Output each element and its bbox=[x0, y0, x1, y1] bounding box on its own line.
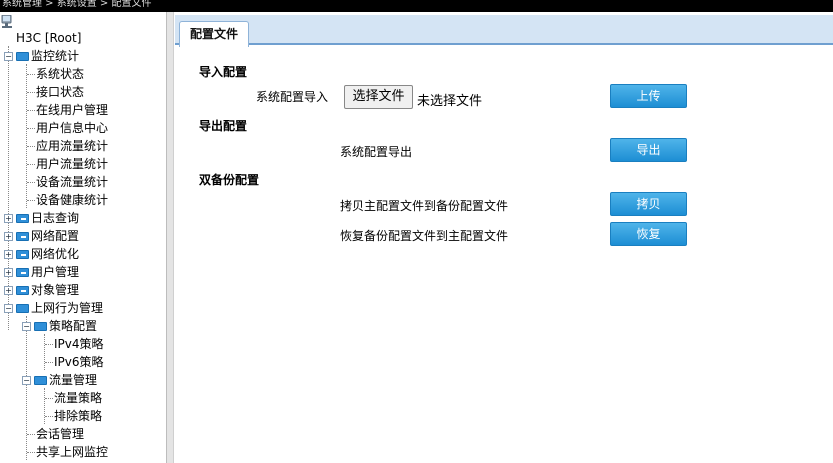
folder-closed-icon bbox=[16, 250, 29, 259]
expand-icon[interactable]: + bbox=[4, 286, 13, 295]
tree-item-online-users[interactable]: 在线用户管理 bbox=[36, 101, 108, 119]
tab-bar: 配置文件 bbox=[175, 15, 833, 47]
export-button[interactable]: 导出 bbox=[610, 138, 687, 162]
expand-icon[interactable]: + bbox=[4, 232, 13, 241]
dual-backup-section-title: 双备份配置 bbox=[199, 173, 260, 187]
tree-item-network-optimization[interactable]: 网络优化 bbox=[16, 245, 79, 263]
folder-open-icon bbox=[34, 376, 47, 385]
folder-closed-icon bbox=[16, 286, 29, 295]
tree-item-traffic-management[interactable]: 流量管理 bbox=[34, 371, 97, 389]
tab-config-file[interactable]: 配置文件 bbox=[179, 21, 249, 47]
tree-item-traffic-policy[interactable]: 流量策略 bbox=[54, 389, 102, 407]
tree-item-ipv4-policy[interactable]: IPv4策略 bbox=[54, 335, 104, 353]
restore-button[interactable]: 恢复 bbox=[610, 222, 687, 246]
tree-item-log-query[interactable]: 日志查询 bbox=[16, 209, 79, 227]
copy-row-label: 拷贝主配置文件到备份配置文件 bbox=[340, 199, 509, 213]
choose-file-button[interactable]: 选择文件 bbox=[344, 85, 413, 109]
copy-button[interactable]: 拷贝 bbox=[610, 192, 687, 216]
tree-item-ipv6-policy[interactable]: IPv6策略 bbox=[54, 353, 104, 371]
folder-open-icon bbox=[34, 322, 47, 331]
tree-item-policy-config[interactable]: 策略配置 bbox=[34, 317, 97, 335]
tree-item-internet-behavior[interactable]: 上网行为管理 bbox=[16, 299, 103, 317]
tree-item-session-management[interactable]: 会话管理 bbox=[36, 425, 84, 443]
collapse-icon[interactable]: − bbox=[4, 304, 13, 313]
tree-item-exclude-policy[interactable]: 排除策略 bbox=[54, 407, 102, 425]
expand-icon[interactable]: + bbox=[4, 250, 13, 259]
tree-item-monitor[interactable]: 监控统计 bbox=[16, 47, 79, 65]
panel-splitter[interactable] bbox=[166, 12, 174, 463]
tree-item-interface-status[interactable]: 接口状态 bbox=[36, 83, 84, 101]
tree-guide bbox=[44, 388, 45, 424]
device-root-icon bbox=[1, 15, 12, 28]
tree-item-network-config[interactable]: 网络配置 bbox=[16, 227, 79, 245]
collapse-icon[interactable]: − bbox=[4, 52, 13, 61]
tree-guide bbox=[26, 316, 27, 460]
restore-row-label: 恢复备份配置文件到主配置文件 bbox=[340, 229, 509, 243]
navigation-tree: H3C [Root] − 监控统计 系统状态 接口状态 在线用户管理 用户信息中… bbox=[0, 12, 166, 463]
tree-item-shared-monitor[interactable]: 共享上网监控 bbox=[36, 443, 108, 461]
export-section-title: 导出配置 bbox=[199, 119, 248, 133]
tree-item-app-traffic[interactable]: 应用流量统计 bbox=[36, 137, 108, 155]
breadcrumb: 系统管理 > 系统设置 > 配置文件 bbox=[0, 0, 833, 12]
folder-closed-icon bbox=[16, 268, 29, 277]
tree-item-user-management[interactable]: 用户管理 bbox=[16, 263, 79, 281]
folder-open-icon bbox=[16, 52, 29, 61]
tree-guide bbox=[44, 334, 45, 370]
tree-guide bbox=[26, 64, 27, 208]
collapse-icon[interactable]: − bbox=[22, 322, 31, 331]
tree-item-device-health[interactable]: 设备健康统计 bbox=[36, 191, 108, 209]
file-status-text: 未选择文件 bbox=[417, 94, 483, 109]
expand-icon[interactable]: + bbox=[4, 268, 13, 277]
folder-open-icon bbox=[16, 304, 29, 313]
export-row-label: 系统配置导出 bbox=[340, 145, 413, 159]
folder-closed-icon bbox=[16, 232, 29, 241]
tree-item-device-traffic[interactable]: 设备流量统计 bbox=[36, 173, 108, 191]
tree-item-system-status[interactable]: 系统状态 bbox=[36, 65, 84, 83]
tree-item-user-info[interactable]: 用户信息中心 bbox=[36, 119, 108, 137]
collapse-icon[interactable]: − bbox=[22, 376, 31, 385]
import-row-label: 系统配置导入 bbox=[256, 90, 329, 104]
folder-closed-icon bbox=[16, 214, 29, 223]
tree-item-object-management[interactable]: 对象管理 bbox=[16, 281, 79, 299]
main-panel: 配置文件 导入配置 系统配置导入 选择文件 未选择文件 上传 导出配置 系统配置… bbox=[175, 12, 833, 463]
import-section-title: 导入配置 bbox=[199, 65, 248, 79]
tree-root[interactable]: H3C [Root] bbox=[16, 29, 81, 47]
upload-button[interactable]: 上传 bbox=[610, 84, 687, 108]
tree-item-user-traffic[interactable]: 用户流量统计 bbox=[36, 155, 108, 173]
expand-icon[interactable]: + bbox=[4, 214, 13, 223]
